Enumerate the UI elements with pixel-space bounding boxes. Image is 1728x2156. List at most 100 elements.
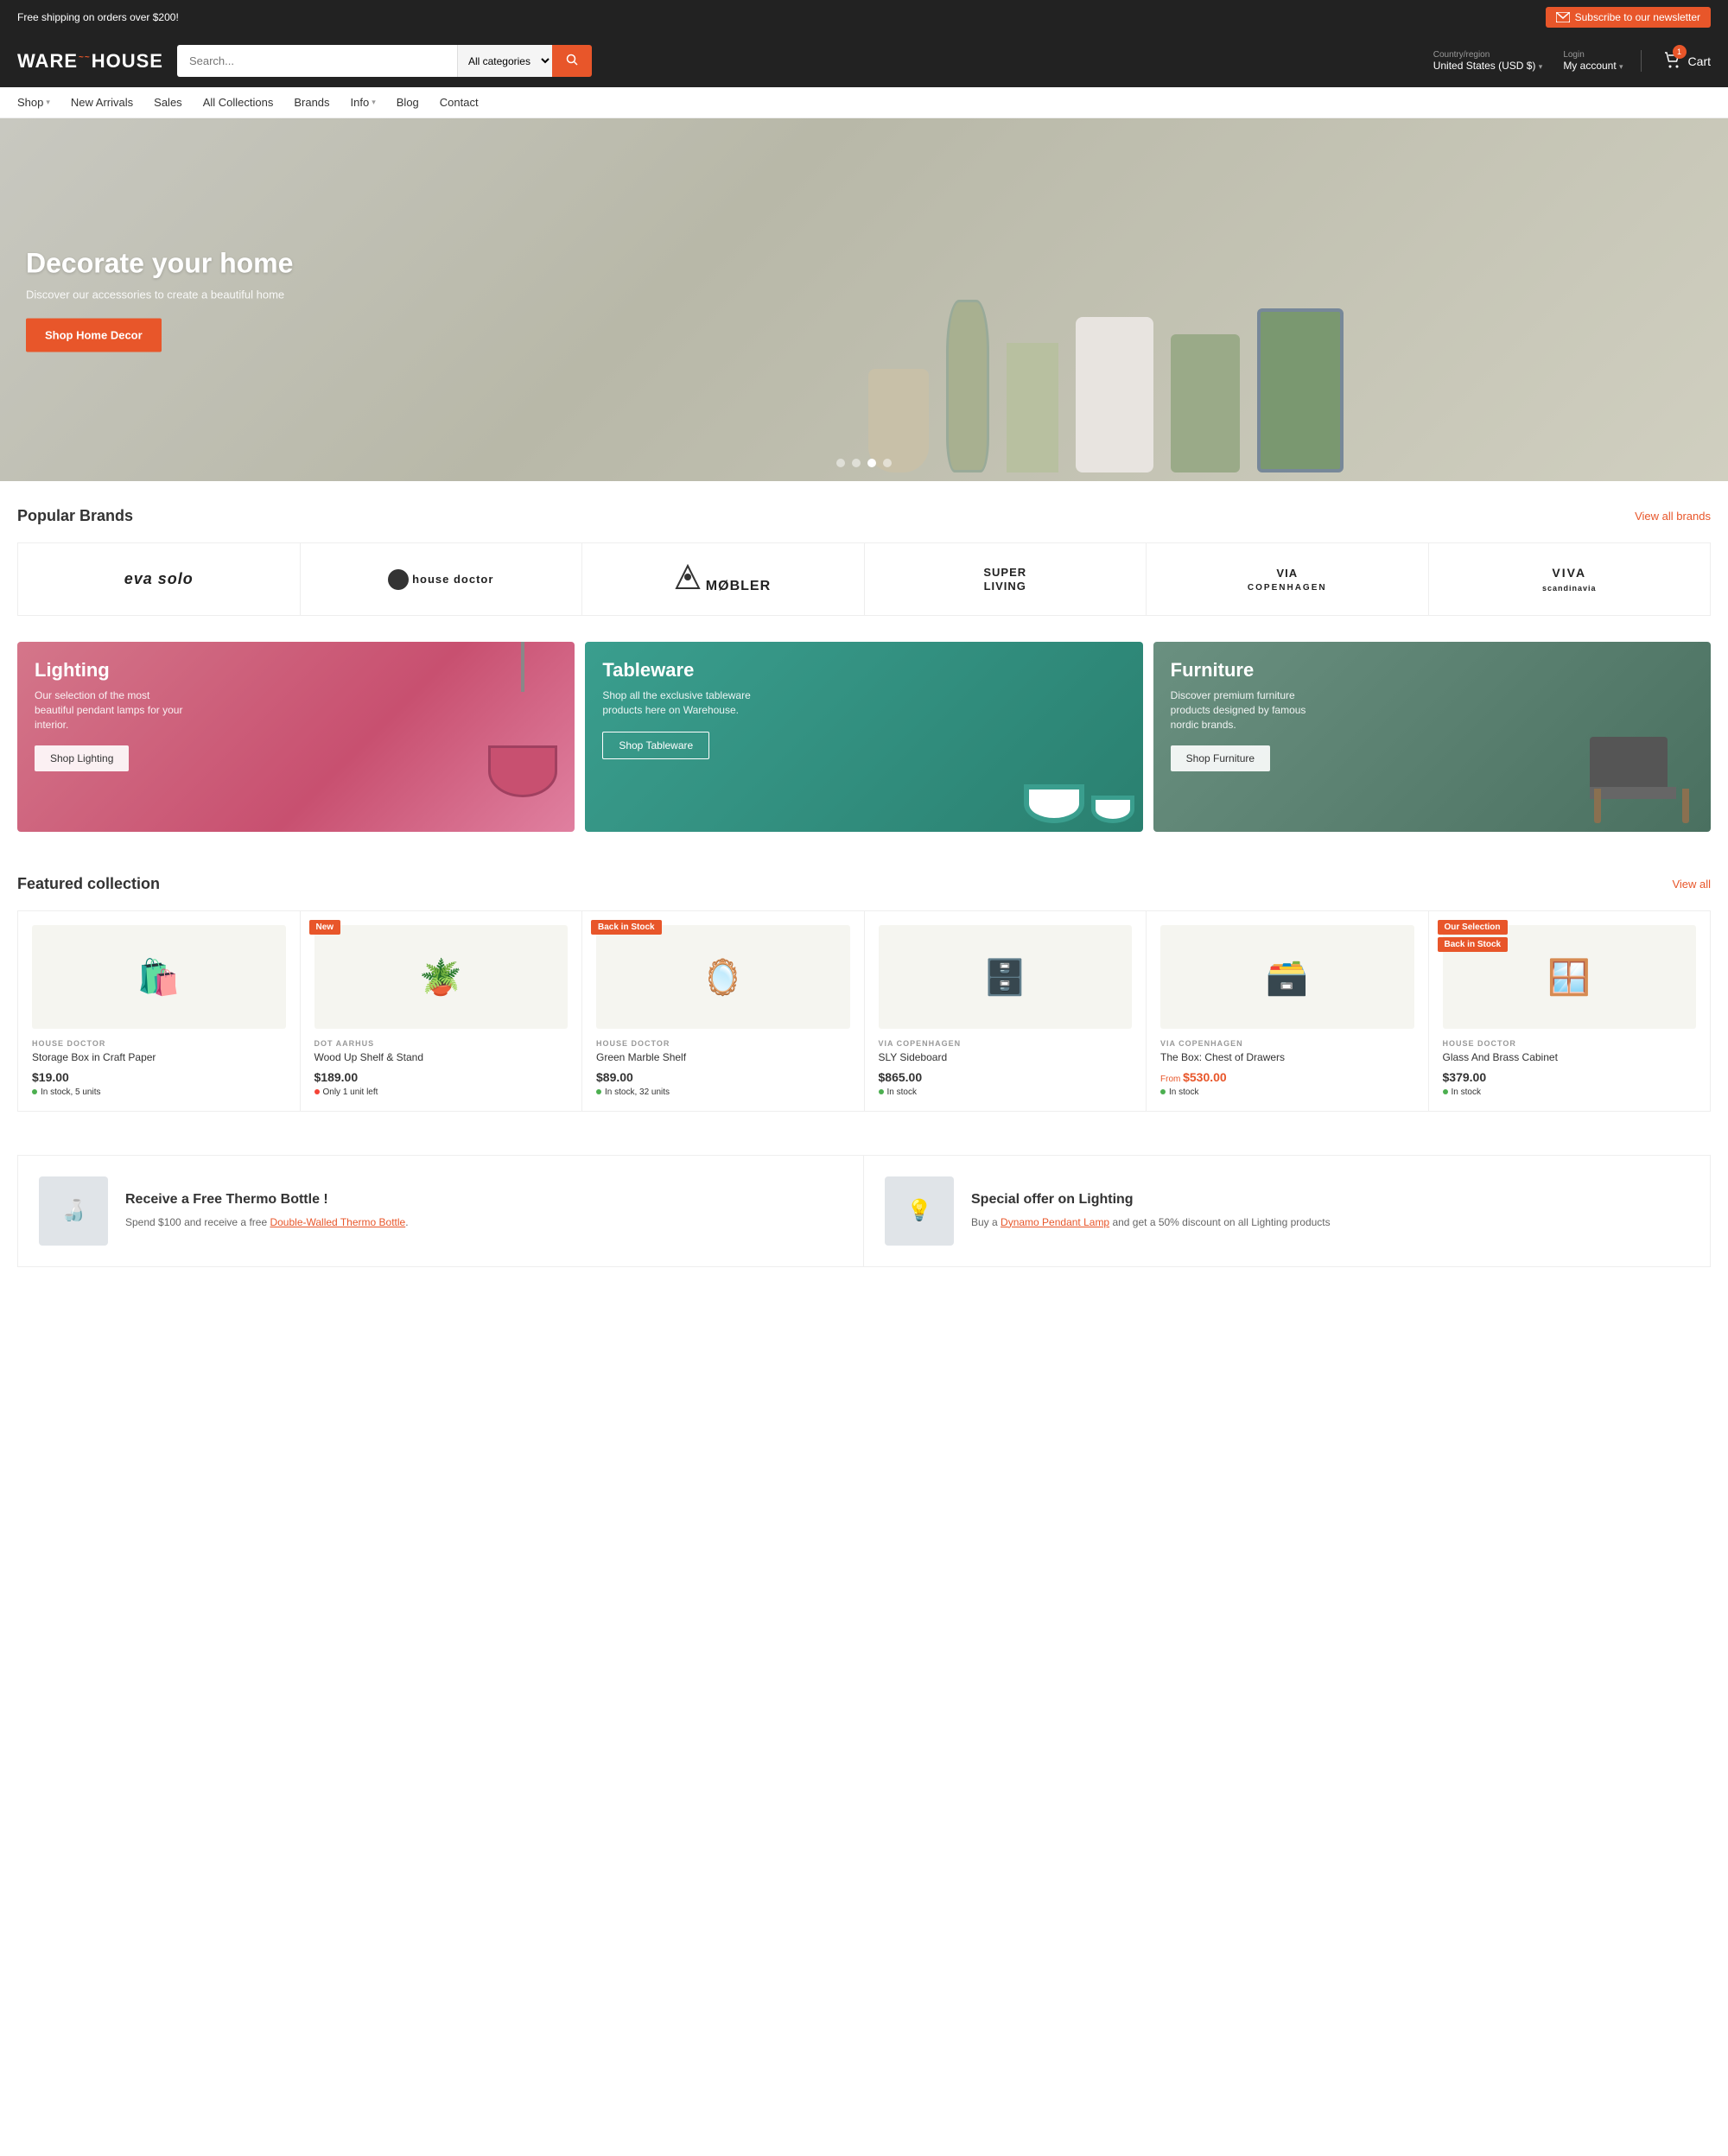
bowl-decoration [1024, 784, 1134, 823]
product-brand-1: HOUSE DOCTOR [32, 1039, 286, 1048]
product-brand-5: VIA COPENHAGEN [1160, 1039, 1414, 1048]
product-stock-2: Only 1 unit left [314, 1088, 569, 1097]
hero-title: Decorate your home [26, 248, 293, 280]
thermo-icon: 🍶 [60, 1198, 86, 1223]
info-chevron-icon: ▾ [372, 98, 376, 107]
promo-thermo: 🍶 Receive a Free Thermo Bottle ! Spend $… [18, 1156, 864, 1266]
brand-name-housedoctor: house doctor [412, 573, 493, 586]
featured-header: Featured collection View all [17, 875, 1711, 893]
chair-leg-left [1594, 789, 1601, 823]
account-chevron-icon: ▾ [1619, 62, 1623, 71]
shop-furniture-button[interactable]: Shop Furniture [1171, 745, 1270, 771]
brand-eva-solo[interactable]: eva solo [18, 543, 300, 615]
search-bar: All categories Home Decor Lighting Furni… [177, 45, 592, 77]
product-image-1: 🛍️ [32, 925, 286, 1029]
product-card-3[interactable]: Back in Stock 🪞 HOUSE DOCTOR Green Marbl… [582, 911, 864, 1111]
brand-viva[interactable]: VIVAscandinavia [1429, 543, 1711, 615]
cart-section[interactable]: 1 Cart [1662, 50, 1711, 72]
hero-cta-button[interactable]: Shop Home Decor [26, 319, 162, 352]
product-card-2[interactable]: New 🪴 DOT AARHUS Wood Up Shelf & Stand $… [301, 911, 582, 1111]
newsletter-button[interactable]: Subscribe to our newsletter [1546, 7, 1711, 28]
thermo-bottle-link[interactable]: Double-Walled Thermo Bottle [270, 1216, 405, 1228]
hero-dot-1[interactable] [836, 459, 845, 467]
promo-image-thermo: 🍶 [39, 1176, 108, 1246]
product-badge-new: New [309, 920, 341, 935]
product-placeholder-1: 🛍️ [137, 957, 181, 998]
nav-info[interactable]: Info ▾ [351, 96, 376, 109]
shop-tableware-button[interactable]: Shop Tableware [602, 732, 709, 759]
stock-indicator-6 [1443, 1089, 1448, 1094]
hero-dot-4[interactable] [883, 459, 892, 467]
stock-indicator-3 [596, 1089, 601, 1094]
product-badge-selection: Our Selection [1438, 920, 1509, 935]
vase-3 [1007, 343, 1058, 472]
product-card-6[interactable]: Our Selection Back in Stock 🪟 HOUSE DOCT… [1429, 911, 1711, 1111]
product-stock-3: In stock, 32 units [596, 1088, 850, 1097]
logo-accent: ~~ [79, 53, 91, 62]
brand-super-living[interactable]: SUPERLIVING [865, 543, 1147, 615]
stock-indicator-1 [32, 1089, 37, 1094]
brand-name-evasolo: eva solo [124, 570, 194, 588]
brand-via-copenhagen[interactable]: VIACOPENHAGEN [1147, 543, 1428, 615]
dynamo-lamp-link[interactable]: Dynamo Pendant Lamp [1001, 1216, 1109, 1228]
hero-dot-2[interactable] [852, 459, 861, 467]
product-stock-6: In stock [1443, 1088, 1697, 1097]
furniture-title: Furniture [1171, 659, 1326, 682]
brand-house-doctor[interactable]: house doctor [301, 543, 582, 615]
nav-shop[interactable]: Shop ▾ [17, 96, 50, 109]
product-card-1[interactable]: 🛍️ HOUSE DOCTOR Storage Box in Craft Pap… [18, 911, 300, 1111]
category-grid: Lighting Our selection of the most beaut… [17, 642, 1711, 832]
category-tableware: Tableware Shop all the exclusive tablewa… [585, 642, 1142, 832]
view-all-brands[interactable]: View all brands [1635, 510, 1711, 523]
product-card-4[interactable]: 🗄️ VIA COPENHAGEN SLY Sideboard $865.00 … [865, 911, 1147, 1111]
nav-contact[interactable]: Contact [440, 96, 479, 109]
product-card-5[interactable]: 🗃️ VIA COPENHAGEN The Box: Chest of Draw… [1147, 911, 1428, 1111]
product-name-5: The Box: Chest of Drawers [1160, 1051, 1414, 1065]
product-stock-1: In stock, 5 units [32, 1088, 286, 1097]
promo-text-thermo: Receive a Free Thermo Bottle ! Spend $10… [125, 1192, 409, 1230]
nav-all-collections[interactable]: All Collections [203, 96, 274, 109]
shop-lighting-button[interactable]: Shop Lighting [35, 745, 129, 771]
header-right: Country/region United States (USD $) ▾ L… [1433, 50, 1711, 72]
brand-name-via: VIACOPENHAGEN [1248, 567, 1327, 593]
nav-new-arrivals[interactable]: New Arrivals [71, 96, 133, 109]
shop-chevron-icon: ▾ [46, 98, 50, 107]
featured-title: Featured collection [17, 875, 160, 893]
search-button[interactable] [552, 45, 592, 77]
bowl-small [1091, 796, 1134, 823]
login-label: Login [1563, 50, 1623, 60]
category-select[interactable]: All categories Home Decor Lighting Furni… [457, 45, 552, 77]
brand-name-superliving: SUPERLIVING [983, 566, 1026, 593]
country-chevron-icon: ▾ [1539, 62, 1543, 71]
search-input[interactable] [177, 45, 457, 77]
country-label: Country/region [1433, 50, 1543, 60]
chair-decoration [1590, 720, 1693, 823]
nav-brands[interactable]: Brands [294, 96, 329, 109]
shipping-text: Free shipping on orders over $200! [17, 11, 179, 23]
brand-mobler[interactable]: MØBLER [582, 543, 864, 615]
products-grid: 🛍️ HOUSE DOCTOR Storage Box in Craft Pap… [17, 910, 1711, 1112]
logo[interactable]: WARE~~HOUSE [17, 50, 163, 73]
hero-subtitle: Discover our accessories to create a bea… [26, 289, 293, 301]
promo-desc-thermo: Spend $100 and receive a free Double-Wal… [125, 1214, 409, 1230]
product-image-3: 🪞 [596, 925, 850, 1029]
product-brand-3: HOUSE DOCTOR [596, 1039, 850, 1048]
lighting-title: Lighting [35, 659, 190, 682]
product-image-4: 🗄️ [879, 925, 1133, 1029]
brands-title: Popular Brands [17, 507, 133, 525]
hero-banner: Decorate your home Discover our accessor… [0, 118, 1728, 481]
vase-5 [1171, 334, 1240, 472]
product-placeholder-6: 🪟 [1547, 957, 1591, 998]
cart-badge: 1 [1673, 45, 1687, 59]
product-name-2: Wood Up Shelf & Stand [314, 1051, 569, 1065]
account-section[interactable]: Login My account ▾ [1563, 50, 1641, 72]
nav-blog[interactable]: Blog [397, 96, 419, 109]
tableware-title: Tableware [602, 659, 758, 682]
hero-dot-3[interactable] [867, 459, 876, 467]
country-selector[interactable]: Country/region United States (USD $) ▾ [1433, 50, 1543, 72]
view-all-featured[interactable]: View all [1672, 878, 1711, 891]
stock-indicator-2 [314, 1089, 320, 1094]
top-bar: Free shipping on orders over $200! Subsc… [0, 0, 1728, 35]
nav-sales[interactable]: Sales [154, 96, 182, 109]
promo-lighting: 💡 Special offer on Lighting Buy a Dynamo… [864, 1156, 1710, 1266]
